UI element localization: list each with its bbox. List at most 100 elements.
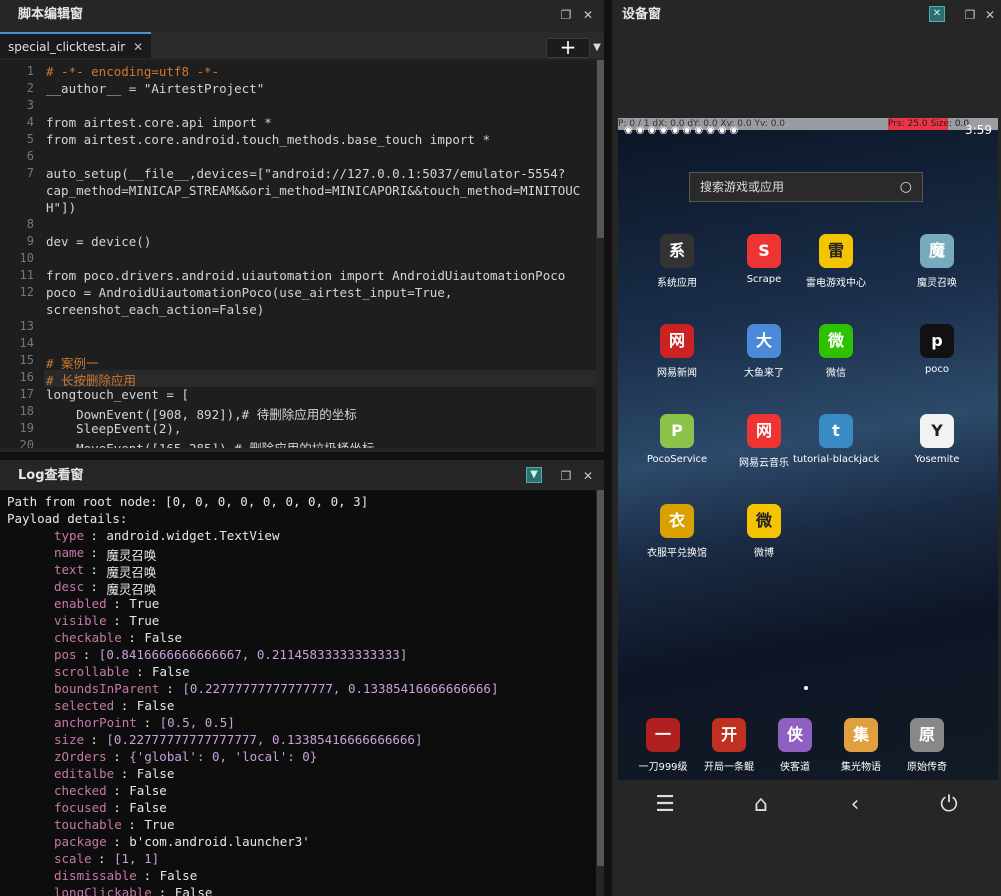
search-input[interactable]: 搜索游戏或应用 ○ [689,172,923,202]
dock-app[interactable]: 原原始传奇 [894,718,960,773]
line-number: 18 [19,404,34,418]
dock-app[interactable]: 侠侠客道 [762,718,828,773]
dock-label: 开局一条鲲 [704,762,754,773]
log-key: editalbe [54,766,115,781]
code-line: # -*- encoding=utf8 -*- [46,64,220,79]
log-colon: : [113,800,121,815]
app-label: 系统应用 [657,278,697,289]
log-scrollbar[interactable] [597,490,604,866]
line-number: 1 [26,64,34,78]
log-key: size [54,732,85,747]
shop-icon: 衣 [660,504,694,538]
log-colon: : [82,647,91,662]
dock-app[interactable]: 开开局一条鲲 [696,718,762,773]
search-icon[interactable]: ○ [900,173,912,201]
app-label: poco [924,364,950,375]
log-value: True [144,817,175,832]
dock-app[interactable]: 集集光物语 [828,718,894,773]
app-android[interactable]: P PocoService [634,414,720,465]
dock-label: 侠客道 [780,762,810,773]
app-label: tutorial-blackjack [793,454,880,465]
device-tool-icon[interactable]: ✕ [929,6,945,22]
app-wechat[interactable]: 微微信 [793,324,879,379]
app-weibo[interactable]: 微微博 [721,504,807,559]
power-icon[interactable]: ⏻ [934,792,964,817]
filter-icon[interactable]: ▼ [526,467,542,483]
app-yosemite[interactable]: Y Yosemite [894,414,980,465]
game-icon: 侠 [778,718,812,752]
app-news[interactable]: 网网易新闻 [634,324,720,379]
log-key: name [54,545,85,560]
tab-close-icon[interactable]: ✕ [133,40,143,54]
line-number: 17 [19,387,34,401]
dock-app[interactable]: 一一刀999级 [630,718,696,773]
log-key: zOrders [54,749,107,764]
back-icon[interactable]: ‹ [840,792,870,817]
log-colon: : [90,562,98,577]
add-dropdown-icon[interactable]: ▼ [590,38,604,58]
app-shop[interactable]: 衣衣服平兑换馆 [634,504,720,559]
gamepad-icon: 雷 [819,234,853,268]
log-content[interactable]: Path from root node: [0, 0, 0, 0, 0, 0, … [0,490,596,896]
add-button[interactable]: + [546,37,590,58]
code-line: from airtest.core.api import * [46,115,272,130]
panel-divider[interactable] [604,0,612,896]
menu-icon[interactable]: ☰ [650,792,680,817]
code-line: __author__ = "AirtestProject" [46,81,265,96]
log-value: False [159,868,198,883]
search-placeholder: 搜索游戏或应用 [700,180,785,194]
dock-label: 一刀999级 [638,762,688,773]
line-number: 12 [19,285,34,299]
code-line: SleepEvent(2), [46,421,182,436]
log-key: dismissable [54,868,137,883]
code-line: dev = device() [46,234,152,249]
device-screen[interactable]: P: 0 / 1 dX: 0.0 dY: 0.0 Xv: 0.0 Yv: 0.0… [618,118,998,792]
panel-divider-h[interactable] [0,452,604,460]
line-number: 15 [19,353,34,367]
app-blackjack[interactable]: t tutorial-blackjack [793,414,879,465]
android-icon: P [660,414,694,448]
nav-bar: ☰ ⌂ ‹ ⏻ [618,780,998,832]
app-anime[interactable]: 魔魔灵召唤 [894,234,980,289]
log-colon: : [113,596,121,611]
app-gamepad[interactable]: 雷雷电游戏中心 [793,234,879,289]
app-label: 网易新闻 [657,368,697,379]
log-value: False [129,783,167,798]
code-scrollbar[interactable] [597,60,604,238]
log-value: [0.5, 0.5] [159,715,235,730]
code-area[interactable]: 1 # -*- encoding=utf8 -*- 2 __author__ = "A… [0,60,596,448]
blackjack-icon: t [819,414,853,448]
log-colon: : [120,698,129,713]
editor-restore-button[interactable]: ❐ [558,1,574,29]
device-restore-button[interactable]: ❐ [962,1,978,29]
log-key: anchorPoint [54,715,137,730]
dock-label: 原始传奇 [907,762,947,773]
line-number: 7 [26,166,34,180]
editor-close-button[interactable]: ✕ [580,1,596,29]
fish-icon: 大 [747,324,781,358]
log-key: boundsInParent [54,681,160,696]
app-unity[interactable]: p poco [894,324,980,375]
log-close-button[interactable]: ✕ [580,462,596,490]
log-key: enabled [54,596,107,611]
line-number: 11 [19,268,34,282]
log-key: checkable [54,630,122,645]
log-key: type [54,528,85,543]
app-label: 衣服平兑换馆 [647,548,707,559]
log-colon: : [90,528,98,543]
code-line: screenshot_each_action=False) [46,302,265,317]
device-close-button[interactable]: ✕ [982,1,998,29]
log-colon: : [128,817,136,832]
app-grid[interactable]: 系系统应用 [634,234,720,289]
log-colon: : [113,834,121,849]
home-icon[interactable]: ⌂ [746,792,776,817]
game-icon: 原 [910,718,944,752]
log-value: [0.22777777777777777, 0.1338541666666666… [182,681,499,696]
app-label: Yosemite [914,454,960,465]
log-restore-button[interactable]: ❐ [558,462,574,490]
log-key: longClickable [54,885,152,896]
line-number: 19 [19,421,34,435]
tab-special-clicktest[interactable]: special_clicktest.air ✕ [0,32,152,58]
log-value: [0.8416666666666667, 0.21145833333333333… [98,647,408,662]
log-colon: : [90,732,98,747]
